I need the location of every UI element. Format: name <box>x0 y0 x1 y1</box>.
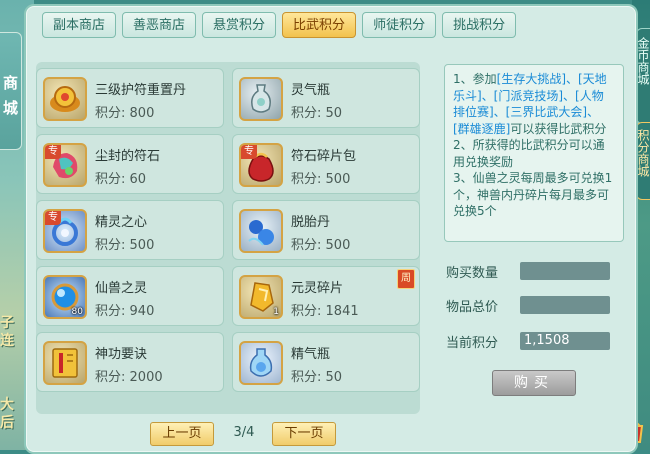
exclusive-tag: 专 <box>241 145 257 159</box>
shop-item[interactable]: 专 精灵之心 积分: 500 <box>36 200 224 260</box>
quantity-input[interactable] <box>520 262 610 280</box>
score-label: 积分: <box>95 106 126 121</box>
buy-button[interactable]: 购买 <box>492 370 576 396</box>
red-pouch-icon: 专 <box>239 143 283 187</box>
shop-item[interactable]: 专 尘封的符石 积分: 60 <box>36 134 224 194</box>
right-tab-gold-shop[interactable]: 金币商城 <box>636 28 650 124</box>
item-name: 符石碎片包 <box>291 149 357 164</box>
item-name: 三级护符重置丹 <box>95 83 187 98</box>
shop-item[interactable]: 神功要诀 积分: 2000 <box>36 332 224 392</box>
exclusive-tag: 专 <box>45 145 61 159</box>
item-score: 积分: 2000 <box>95 366 163 385</box>
left-fragment-text: 子 <box>0 315 14 331</box>
item-name: 尘封的符石 <box>95 149 161 164</box>
next-page-button[interactable]: 下一页 <box>272 422 336 446</box>
side-tab-shop[interactable]: 商城 <box>0 32 22 150</box>
left-fragment-text: 大 <box>0 397 14 413</box>
left-fragment-text: 连 <box>0 333 14 349</box>
total-price-label: 物品总价 <box>446 300 499 315</box>
score-value: 800 <box>129 106 155 121</box>
score-label: 积分: <box>95 238 126 253</box>
rule-1-suffix: 可以获得比武积分 <box>510 121 607 136</box>
shop-item[interactable]: 专 符石碎片包 积分: 500 <box>232 134 420 194</box>
score-value: 500 <box>129 238 155 253</box>
left-fragment-text: 后 <box>0 415 14 431</box>
shop-item[interactable]: 1 元灵碎片 积分: 1841 周 <box>232 266 420 326</box>
item-name: 灵气瓶 <box>291 83 331 98</box>
item-score: 积分: 800 <box>95 102 154 121</box>
item-name: 精灵之心 <box>95 215 148 230</box>
weekly-limit-badge: 周 <box>397 269 415 289</box>
score-label: 积分: <box>291 370 322 385</box>
page-indicator: 3/4 <box>233 425 255 440</box>
item-score: 积分: 940 <box>95 300 154 319</box>
current-points-label: 当前积分 <box>446 336 499 351</box>
score-label: 积分: <box>95 172 126 187</box>
score-value: 1841 <box>325 304 359 319</box>
colorful-stone-icon: 专 <box>43 143 87 187</box>
score-value: 50 <box>325 106 343 121</box>
score-label: 积分: <box>95 370 126 385</box>
gold-shard-icon: 1 <box>239 275 283 319</box>
item-score: 积分: 60 <box>95 168 146 187</box>
item-score: 积分: 50 <box>291 366 342 385</box>
shop-item[interactable]: 三级护符重置丹 积分: 800 <box>36 68 224 128</box>
tab-bar: 副本商店 善恶商店 悬赏积分 比武积分 师徒积分 挑战积分 <box>42 12 517 38</box>
shop-item[interactable]: 灵气瓶 积分: 50 <box>232 68 420 128</box>
item-score: 积分: 500 <box>291 168 350 187</box>
spirit-heart-icon: 专 <box>43 209 87 253</box>
item-count: 80 <box>71 307 83 317</box>
rule-2: 2、所获得的比武积分可以通用兑换奖励 <box>453 138 605 169</box>
tab-challenge-points[interactable]: 挑战积分 <box>442 12 517 38</box>
score-value: 500 <box>325 238 351 253</box>
score-value: 940 <box>129 304 155 319</box>
item-score: 积分: 500 <box>291 234 350 253</box>
tab-karma-shop[interactable]: 善恶商店 <box>122 12 197 38</box>
tab-duel-points[interactable]: 比武积分 <box>282 12 357 38</box>
current-points-value: 1,1508 <box>520 332 610 350</box>
score-value: 500 <box>325 172 351 187</box>
shop-panel: 副本商店 善恶商店 悬赏积分 比武积分 师徒积分 挑战积分 三级护符重置丹 积分… <box>24 4 638 454</box>
scroll-book-icon <box>43 341 87 385</box>
blue-bottle-icon <box>239 341 283 385</box>
score-label: 积分: <box>291 304 322 319</box>
tab-dungeon-shop[interactable]: 副本商店 <box>42 12 117 38</box>
item-score: 积分: 1841 <box>291 300 359 319</box>
item-count: 1 <box>273 307 279 317</box>
rule-1-prefix: 1、参加 <box>453 72 497 86</box>
score-label: 积分: <box>291 238 322 253</box>
score-label: 积分: <box>291 106 322 121</box>
exclusive-tag: 专 <box>45 211 61 225</box>
shop-item[interactable]: 精气瓶 积分: 50 <box>232 332 420 392</box>
score-value: 2000 <box>129 370 163 385</box>
item-score: 积分: 500 <box>95 234 154 253</box>
right-tab-points-shop[interactable]: 积分商城 <box>636 122 650 200</box>
item-list: 三级护符重置丹 积分: 800 灵气瓶 积分: 50 专 尘封的符石 积分: 6… <box>36 62 420 414</box>
item-score: 积分: 50 <box>291 102 342 121</box>
quantity-label: 购买数量 <box>446 266 499 281</box>
total-price-value <box>520 296 610 314</box>
prev-page-button[interactable]: 上一页 <box>150 422 214 446</box>
tab-mentor-points[interactable]: 师徒积分 <box>362 12 437 38</box>
blue-orb-icon <box>239 209 283 253</box>
item-name: 仙兽之灵 <box>95 281 148 296</box>
rule-3: 3、仙兽之灵每周最多可兑换1个，神兽内丹碎片每月最多可兑换5个 <box>453 171 613 218</box>
shop-item[interactable]: 80 仙兽之灵 积分: 940 <box>36 266 224 326</box>
item-name: 精气瓶 <box>291 347 331 362</box>
tab-bounty-points[interactable]: 悬赏积分 <box>202 12 277 38</box>
item-name: 脱胎丹 <box>291 215 331 230</box>
vase-icon <box>239 77 283 121</box>
score-label: 积分: <box>291 172 322 187</box>
rules-description: 1、参加[生存大挑战]、[天地乐斗]、[门派竞技场]、[人物排位赛]、[三界比武… <box>444 64 624 242</box>
blue-sphere-icon: 80 <box>43 275 87 319</box>
item-name: 元灵碎片 <box>291 281 344 296</box>
score-value: 60 <box>129 172 147 187</box>
score-label: 积分: <box>95 304 126 319</box>
shop-item[interactable]: 脱胎丹 积分: 500 <box>232 200 420 260</box>
gold-pill-icon <box>43 77 87 121</box>
score-value: 50 <box>325 370 343 385</box>
item-name: 神功要诀 <box>95 347 148 362</box>
